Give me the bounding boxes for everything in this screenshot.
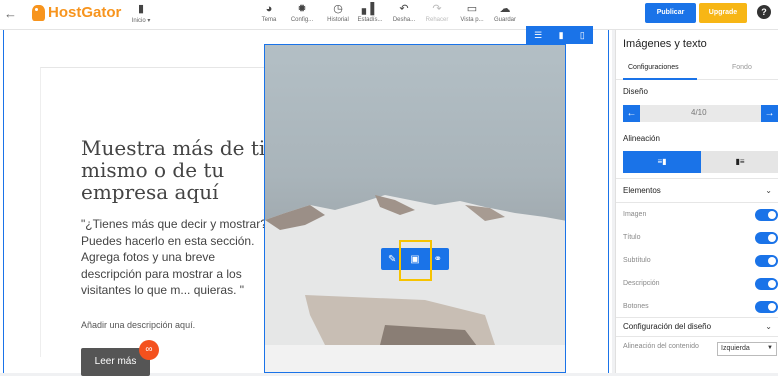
toggle-label: Botones xyxy=(623,303,649,310)
content-card xyxy=(40,67,265,357)
help-icon[interactable]: ? xyxy=(757,5,771,19)
hostgator-logo: HostGator xyxy=(32,4,121,21)
next-arrow-icon[interactable]: → xyxy=(761,105,778,122)
toggle-label: Imagen xyxy=(623,211,647,218)
book-icon[interactable]: ▯ xyxy=(580,30,585,41)
design-value: 4/10 xyxy=(691,108,707,117)
tool-label: Estadís... xyxy=(357,17,383,23)
image-icon-highlight xyxy=(399,240,432,281)
panel-tabs: Configuraciones Fondo xyxy=(616,58,778,80)
chevron-down-icon[interactable]: ⌄ xyxy=(765,322,772,331)
settings-panel: Imágenes y texto Configuraciones Fondo D… xyxy=(615,30,778,373)
publish-button[interactable]: Publicar xyxy=(645,3,696,23)
brand-name: HostGator xyxy=(48,4,122,21)
tool-label: Config... xyxy=(290,17,314,23)
tool-label: Inicio ▾ xyxy=(131,18,151,24)
imagen-toggle[interactable] xyxy=(755,209,778,221)
titulo-toggle[interactable] xyxy=(755,232,778,244)
alignment-options: ≡▮ ▮≡ xyxy=(623,151,778,173)
link-icon[interactable]: ⚭ xyxy=(434,254,442,265)
content-align-select[interactable]: Izquierda ▼ xyxy=(717,342,777,356)
tool-rehacer: ↷ Rehacer xyxy=(417,0,457,30)
content-align-label: Alineación del contenido xyxy=(623,343,699,350)
section-description[interactable]: "¿Tienes más que decir y mostrar? Puedes… xyxy=(81,216,276,299)
descripcion-toggle[interactable] xyxy=(755,278,778,290)
elements-label[interactable]: Elementos xyxy=(623,186,661,195)
section-image[interactable] xyxy=(264,44,566,373)
toggle-row-subtitulo: Subtítulo xyxy=(623,255,778,269)
tool-guardar[interactable]: ☁ Guardar xyxy=(485,0,525,30)
image-toolbar: ☰ ▮ ▯ xyxy=(526,26,593,44)
chevron-down-icon[interactable]: ⌄ xyxy=(765,186,772,195)
design-stepper: ← 4/10 → xyxy=(623,105,778,122)
toggle-row-imagen: Imagen xyxy=(623,209,778,223)
tool-inicio[interactable]: ▮ Inicio ▾ xyxy=(121,0,161,30)
botones-toggle[interactable] xyxy=(755,301,778,313)
tool-label: Guardar xyxy=(493,17,516,23)
dropdown-arrow-icon: ▼ xyxy=(767,345,773,351)
subtitulo-toggle[interactable] xyxy=(755,255,778,267)
delete-icon[interactable]: ▮ xyxy=(559,30,564,41)
divider xyxy=(616,336,778,337)
back-arrow-icon[interactable]: ← xyxy=(4,6,17,21)
tool-label: Tema xyxy=(261,17,277,23)
align-image-right-option[interactable]: ≡▮ xyxy=(623,151,701,173)
toggle-label: Título xyxy=(623,234,641,241)
tool-label: Historial xyxy=(327,17,349,23)
snow-hills-illustration xyxy=(265,195,565,372)
tool-label: Vista p... xyxy=(460,17,484,23)
cloud-icon: ☁ xyxy=(499,3,511,15)
toggle-row-botones: Botones xyxy=(623,301,778,315)
gator-icon xyxy=(32,4,45,21)
alignment-label: Alineación xyxy=(623,134,660,143)
tab-fondo[interactable]: Fondo xyxy=(732,64,752,71)
divider xyxy=(616,202,778,203)
design-config-label[interactable]: Configuración del diseño xyxy=(623,322,711,331)
tool-label: Desha... xyxy=(392,17,416,23)
panel-title: Imágenes y texto xyxy=(623,38,707,50)
divider xyxy=(616,178,778,179)
link-icon[interactable]: ∞ xyxy=(139,340,159,360)
file-icon: ▮ xyxy=(137,3,145,15)
toggle-row-titulo: Título xyxy=(623,232,778,246)
pencil-icon[interactable]: ✎ xyxy=(388,254,396,265)
toggle-label: Descripción xyxy=(623,280,660,287)
redo-icon: ↷ xyxy=(432,3,442,15)
menu-icon[interactable]: ☰ xyxy=(534,30,542,41)
gear-icon: ✹ xyxy=(297,3,307,15)
tab-configuraciones[interactable]: Configuraciones xyxy=(628,64,679,71)
prev-arrow-icon[interactable]: ← xyxy=(623,105,640,122)
top-toolbar: ← HostGator ▮ Inicio ▾ ◕ Tema ✹ Config..… xyxy=(0,0,778,30)
section-heading[interactable]: Muestra más de ti mismo o de tu empresa … xyxy=(81,137,271,203)
section-subdescription[interactable]: Añadir una descripción aquí. xyxy=(81,320,195,330)
active-tab-underline xyxy=(623,78,697,80)
upgrade-button[interactable]: Upgrade xyxy=(699,3,747,23)
content-align-value: Izquierda xyxy=(721,345,750,352)
align-image-left-option[interactable]: ▮≡ xyxy=(701,151,778,173)
design-label: Diseño xyxy=(623,87,648,96)
toggle-row-descripcion: Descripción xyxy=(623,278,778,292)
toggle-label: Subtítulo xyxy=(623,257,651,264)
divider xyxy=(616,317,778,318)
tool-label: Rehacer xyxy=(425,17,449,23)
tool-config[interactable]: ✹ Config... xyxy=(282,0,322,30)
